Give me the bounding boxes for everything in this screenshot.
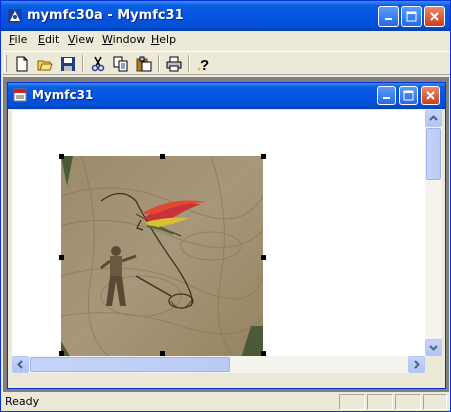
title-bar[interactable]: mymfc30a - Mymfc31 [1, 1, 450, 31]
arrow-up-icon [429, 115, 438, 121]
resize-handle-left[interactable] [59, 255, 64, 260]
horizontal-scroll-thumb[interactable] [30, 357, 230, 372]
document-icon [13, 88, 27, 102]
open-icon [37, 60, 53, 70]
print-icon [166, 56, 182, 71]
horizontal-scrollbar[interactable] [12, 356, 425, 373]
status-pane-indicator [339, 394, 365, 410]
fly-fishing-picture[interactable] [61, 156, 263, 356]
menu-edit[interactable]: Edit [38, 33, 59, 46]
scroll-right-button[interactable] [408, 356, 425, 373]
cut-button[interactable] [88, 54, 108, 73]
new-button[interactable] [12, 54, 32, 73]
vertical-scroll-thumb[interactable] [426, 128, 441, 180]
close-icon [426, 91, 435, 100]
status-pane-indicator [367, 394, 393, 410]
help-button[interactable]: ? [194, 54, 214, 73]
main-window: mymfc30a - Mymfc31 File Edit View Window… [0, 0, 451, 412]
child-window: Mymfc31 [7, 82, 446, 389]
resize-handle-top[interactable] [160, 154, 165, 159]
copy-button[interactable] [111, 54, 131, 73]
minimize-icon [383, 97, 390, 99]
paste-icon [136, 56, 152, 71]
minimize-button[interactable] [378, 6, 399, 27]
toolbar-separator [82, 55, 84, 72]
child-maximize-button[interactable] [399, 86, 418, 105]
scroll-left-button[interactable] [12, 356, 29, 373]
scroll-corner-grip[interactable] [425, 356, 442, 373]
open-button[interactable] [35, 54, 55, 73]
resize-handle-right[interactable] [261, 255, 266, 260]
minimize-icon [385, 18, 392, 20]
close-icon [430, 12, 439, 21]
arrow-left-icon [17, 360, 23, 369]
svg-text:?: ? [200, 57, 209, 72]
toolbar: ? [3, 51, 450, 75]
save-button[interactable] [58, 54, 78, 73]
toolbar-separator [158, 55, 160, 72]
paste-button[interactable] [134, 54, 154, 73]
cut-icon [91, 56, 105, 71]
toolbar-separator [188, 55, 190, 72]
help-icon: ? [197, 57, 209, 72]
size-grip[interactable] [423, 394, 447, 410]
new-icon [16, 56, 28, 71]
child-close-button[interactable] [421, 86, 440, 105]
maximize-icon [403, 90, 414, 101]
toolbar-grip[interactable] [4, 55, 7, 72]
document-view[interactable] [12, 110, 425, 356]
menu-view[interactable]: View [68, 33, 94, 46]
close-button[interactable] [424, 6, 445, 27]
status-text: Ready [5, 395, 40, 408]
status-bar: Ready [1, 392, 450, 411]
child-minimize-button[interactable] [377, 86, 396, 105]
save-icon [61, 56, 75, 71]
print-button[interactable] [164, 54, 184, 73]
window-title: mymfc30a - Mymfc31 [27, 8, 184, 23]
app-icon [8, 9, 22, 23]
scroll-down-button[interactable] [425, 339, 442, 356]
menu-help[interactable]: Help [151, 33, 176, 46]
vertical-scrollbar[interactable] [425, 110, 442, 356]
menu-bar: File Edit View Window Help [1, 31, 450, 50]
resize-handle-top-right[interactable] [261, 154, 266, 159]
copy-icon [113, 56, 128, 71]
child-title-bar[interactable]: Mymfc31 [8, 83, 445, 109]
maximize-icon [406, 11, 417, 22]
arrow-right-icon [414, 360, 420, 369]
menu-file[interactable]: File [9, 33, 27, 46]
scroll-up-button[interactable] [425, 110, 442, 127]
child-window-title: Mymfc31 [32, 88, 94, 102]
menu-window[interactable]: Window [102, 33, 145, 46]
status-pane-indicator [395, 394, 421, 410]
maximize-button[interactable] [401, 6, 422, 27]
resize-handle-top-left[interactable] [59, 154, 64, 159]
arrow-down-icon [429, 345, 438, 351]
